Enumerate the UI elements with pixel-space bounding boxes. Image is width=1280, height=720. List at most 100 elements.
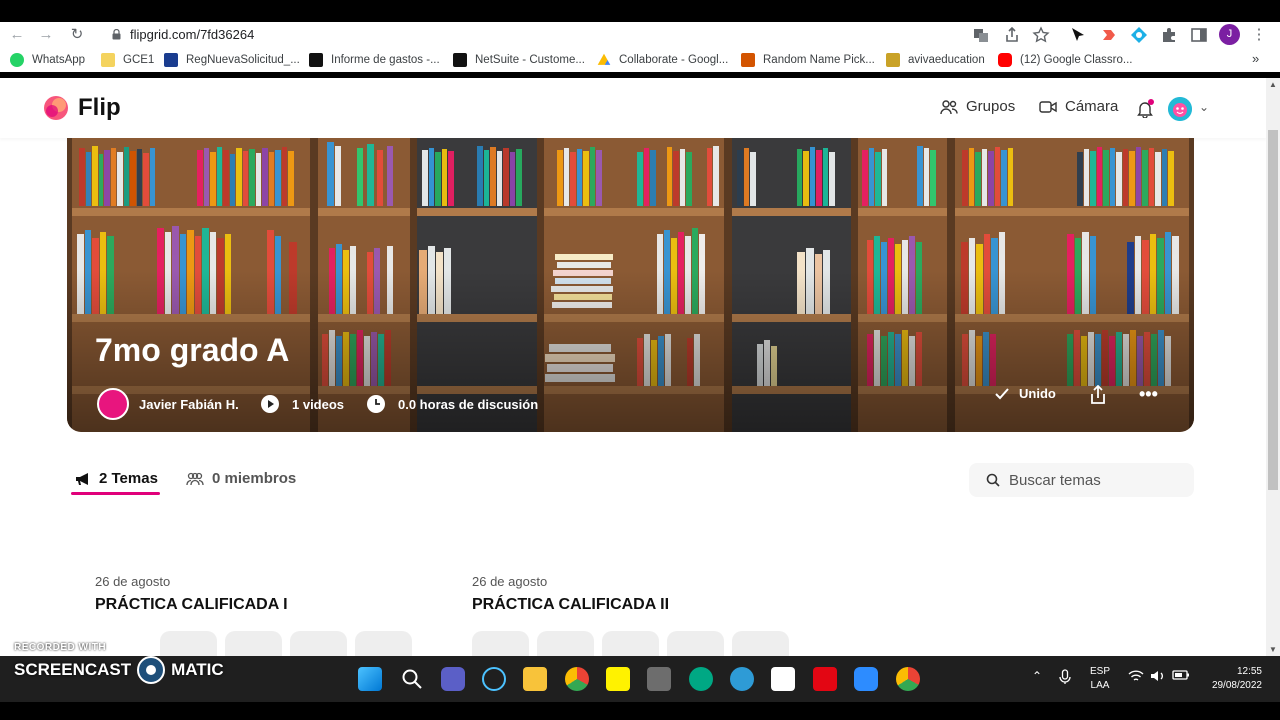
screencast-watermark: RECORDED WITH SCREENCAST MATIC — [14, 642, 224, 684]
flip-logo[interactable]: Flip — [42, 94, 121, 122]
page-scrollbar[interactable]: ▲ ▼ — [1266, 78, 1280, 656]
windows-start-icon[interactable] — [358, 667, 382, 691]
puzzle-icon[interactable] — [1160, 26, 1178, 44]
video-thumbnail[interactable] — [667, 631, 724, 656]
video-thumbnail[interactable] — [602, 631, 659, 656]
volume-icon[interactable] — [1150, 669, 1166, 683]
menu-kebab-icon[interactable]: ⋮ — [1248, 25, 1270, 45]
chevron-up-icon[interactable]: ⌃ — [1032, 669, 1042, 683]
topic-card[interactable]: 26 de agosto PRÁCTICA CALIFICADA I — [77, 552, 432, 656]
video-thumbnail[interactable] — [290, 631, 347, 656]
netsuite-icon — [453, 53, 467, 67]
edge-icon[interactable] — [689, 667, 713, 691]
chat-icon[interactable] — [441, 667, 465, 691]
tab-members[interactable]: 0 miembros — [186, 470, 296, 487]
joined-button[interactable]: Unido — [994, 386, 1056, 401]
reload-icon[interactable]: ↻ — [66, 25, 88, 45]
google-drive-icon — [597, 53, 611, 65]
bookmark-google-classroom[interactable]: (12) Google Classro... — [998, 52, 1133, 68]
camera-icon — [1039, 100, 1057, 113]
topic-card[interactable]: 26 de agosto PRÁCTICA CALIFICADA II — [454, 552, 809, 656]
user-avatar[interactable] — [1168, 97, 1192, 121]
checkmark-app-icon[interactable] — [813, 667, 837, 691]
bookmark-informe-gastos[interactable]: Informe de gastos -... — [309, 52, 440, 68]
bookmark-label: RegNuevaSolicitud_... — [186, 54, 300, 66]
search-icon[interactable] — [400, 667, 424, 691]
video-thumbnail[interactable] — [537, 631, 594, 656]
sticky-notes-icon[interactable] — [606, 667, 630, 691]
wifi-icon[interactable] — [1128, 669, 1144, 683]
group-banner: 7mo grado A Javier Fabián H. 1 videos 0.… — [67, 138, 1194, 432]
app-icon[interactable] — [647, 667, 671, 691]
bookmark-label: NetSuite - Custome... — [475, 54, 585, 66]
file-explorer-icon[interactable] — [523, 667, 547, 691]
translate-icon[interactable] — [972, 26, 990, 44]
address-bar[interactable]: flipgrid.com/7fd36264 — [100, 23, 970, 47]
nav-groups[interactable]: Grupos — [940, 98, 1015, 115]
cursor-extension-icon[interactable] — [1069, 26, 1087, 44]
lang-layout: LAA — [1090, 680, 1110, 691]
globe-icon[interactable] — [730, 667, 754, 691]
bookmark-avivaeducation[interactable]: avivaeducation — [886, 52, 985, 68]
tab-topics[interactable]: 2 Temas — [75, 470, 158, 487]
group-title: 7mo grado A — [95, 332, 290, 368]
bookmark-netsuite-customer[interactable]: NetSuite - Custome... — [453, 52, 585, 68]
back-arrow-icon[interactable]: ← — [6, 25, 28, 45]
group-owner[interactable]: Javier Fabián H. — [97, 388, 239, 420]
star-icon[interactable] — [1032, 26, 1050, 44]
owner-avatar — [97, 388, 129, 420]
scroll-down-arrow-icon[interactable]: ▼ — [1269, 645, 1277, 654]
search-icon — [986, 473, 1000, 487]
whatsapp-icon — [10, 53, 24, 67]
random-picker-icon — [741, 53, 755, 67]
video-thumbnail[interactable] — [732, 631, 789, 656]
scroll-up-arrow-icon[interactable]: ▲ — [1269, 80, 1277, 89]
chevron-down-icon[interactable]: ⌄ — [1199, 100, 1209, 114]
share-icon[interactable] — [1089, 385, 1107, 405]
zoom-icon[interactable] — [854, 667, 878, 691]
microphone-icon[interactable] — [1059, 669, 1071, 685]
search-input[interactable] — [1009, 469, 1184, 491]
bookmark-gce1[interactable]: GCE1 — [101, 52, 154, 68]
megaphone-icon — [76, 472, 88, 485]
video-thumbnail[interactable] — [355, 631, 412, 656]
extension-red-icon[interactable] — [1100, 26, 1118, 44]
bookmark-random-name[interactable]: Random Name Pick... — [741, 52, 875, 68]
browser-profile-avatar[interactable]: J — [1219, 24, 1240, 45]
bookmark-icon — [164, 53, 178, 67]
more-options-icon[interactable]: ••• — [1139, 384, 1158, 405]
more-bookmarks-icon[interactable]: » — [1252, 51, 1259, 66]
chrome-icon[interactable] — [896, 667, 920, 691]
topic-date: 26 de agosto — [472, 574, 548, 589]
share-icon[interactable] — [1003, 26, 1021, 44]
forward-arrow-icon[interactable]: → — [35, 25, 57, 45]
group-hours: 0.0 horas de discusión — [366, 394, 538, 414]
browser-toolbar: ← → ↻ flipgrid.com/7fd36264 J ⋮ — [0, 22, 1280, 48]
bookmark-label: Collaborate - Googl... — [619, 54, 729, 66]
extension-blue-icon[interactable] — [1130, 26, 1148, 44]
bookmark-regnuevasolicitud[interactable]: RegNuevaSolicitud_... — [164, 52, 300, 68]
battery-icon[interactable] — [1172, 669, 1190, 681]
bookmark-label: GCE1 — [123, 54, 155, 66]
lang-code: ESP — [1090, 666, 1111, 677]
people-icon — [186, 472, 204, 485]
system-clock[interactable]: 12:55 29/08/2022 — [1202, 665, 1262, 693]
chrome-icon[interactable] — [565, 667, 589, 691]
scrollbar-thumb[interactable] — [1268, 130, 1278, 490]
bookmarks-bar: WhatsApp GCE1 RegNuevaSolicitud_... Info… — [0, 48, 1280, 72]
discussion-hours: 0.0 horas de discusión — [398, 396, 539, 412]
topic-search[interactable] — [969, 463, 1194, 497]
topic-title: PRÁCTICA CALIFICADA I — [95, 596, 288, 613]
nav-camera[interactable]: Cámara — [1039, 98, 1118, 115]
video-thumbnail[interactable] — [472, 631, 529, 656]
bookmark-whatsapp[interactable]: WhatsApp — [10, 52, 85, 68]
side-panel-icon[interactable] — [1190, 26, 1208, 44]
input-language[interactable]: ESP LAA — [1090, 665, 1110, 693]
video-thumbnail[interactable] — [225, 631, 282, 656]
cortana-icon[interactable] — [482, 667, 506, 691]
document-app-icon[interactable] — [771, 667, 795, 691]
topic-date: 26 de agosto — [95, 574, 171, 589]
bookmark-collaborate[interactable]: Collaborate - Googl... — [597, 52, 728, 68]
play-circle-icon — [261, 395, 279, 413]
letterbox-top — [0, 0, 1280, 22]
